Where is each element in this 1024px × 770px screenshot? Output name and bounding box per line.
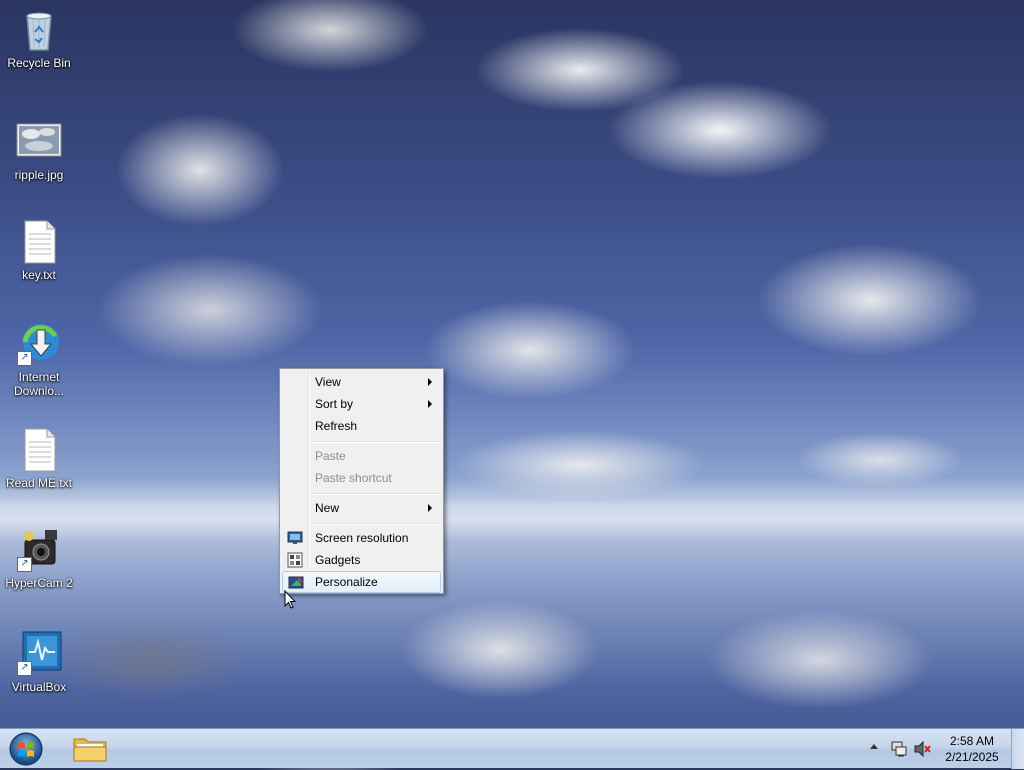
menu-item-label: Refresh — [315, 419, 358, 433]
clock-date: 2/21/2025 — [945, 750, 999, 764]
submenu-arrow-icon — [428, 378, 432, 386]
menu-item-sort-by[interactable]: Sort by — [282, 393, 441, 415]
desktop-icon-label: HyperCam 2 — [5, 576, 73, 590]
submenu-arrow-icon — [428, 400, 432, 408]
taskbar-windows-explorer-button[interactable] — [70, 731, 110, 765]
menu-item-label: Paste shortcut — [315, 471, 392, 485]
text-file-icon — [15, 218, 63, 266]
desktop-icon-label: Read ME.txt — [5, 476, 73, 490]
network-icon[interactable] — [890, 741, 908, 760]
desktop-icon-label: key.txt — [22, 268, 56, 282]
desktop-icon-internet-download-manager[interactable]: ↗ Internet Downlo... — [4, 320, 74, 398]
desktop-icon-label: VirtualBox — [11, 680, 67, 694]
menu-item-label: Personalize — [315, 575, 378, 589]
start-button[interactable] — [6, 731, 46, 767]
menu-separator — [311, 493, 439, 495]
desktop-icon-virtualbox[interactable]: ↗ VirtualBox — [4, 630, 74, 694]
shortcut-arrow-icon: ↗ — [17, 557, 32, 572]
menu-item-paste-shortcut[interactable]: Paste shortcut — [282, 467, 441, 489]
menu-item-label: View — [315, 375, 341, 389]
desktop-icon-label: Internet Downlo... — [13, 370, 65, 398]
menu-item-label: New — [315, 501, 340, 515]
virtualbox-icon: ↗ — [15, 630, 63, 678]
clock-time: 2:58 AM — [949, 734, 995, 748]
menu-item-new[interactable]: New — [282, 497, 441, 519]
taskbar: 2:58 AM 2/21/2025 — [0, 728, 1024, 769]
taskbar-clock[interactable]: 2:58 AM 2/21/2025 — [934, 733, 1010, 765]
desktop-icon-key-txt[interactable]: key.txt — [4, 218, 74, 282]
menu-item-label: Sort by — [315, 397, 354, 411]
menu-item-refresh[interactable]: Refresh — [282, 415, 441, 437]
desktop-icon-hypercam[interactable]: ↗ HyperCam 2 — [4, 526, 74, 590]
recycle-bin-icon — [15, 6, 63, 54]
show-desktop-button[interactable] — [1011, 729, 1024, 769]
volume-muted-icon[interactable] — [914, 740, 932, 760]
internet-download-manager-icon: ↗ — [15, 320, 63, 368]
shortcut-arrow-icon: ↗ — [17, 661, 32, 676]
desktop-icon-ripple-jpg[interactable]: ripple.jpg — [4, 118, 74, 182]
menu-item-label: Gadgets — [315, 553, 361, 567]
desktop-icon-recycle-bin[interactable]: Recycle Bin — [4, 6, 74, 70]
menu-separator — [311, 523, 439, 525]
hypercam-icon: ↗ — [15, 526, 63, 574]
desktop-icon-read-me-txt[interactable]: Read ME.txt — [4, 426, 74, 490]
show-hidden-icons-button[interactable] — [870, 744, 878, 749]
menu-item-label: Paste — [315, 449, 346, 463]
image-file-icon — [15, 118, 63, 166]
desktop-icon-label: ripple.jpg — [14, 168, 64, 182]
personalize-icon — [288, 575, 304, 591]
menu-separator — [311, 441, 439, 443]
text-file-icon — [15, 426, 63, 474]
menu-item-paste[interactable]: Paste — [282, 445, 441, 467]
desktop-icon-label: Recycle Bin — [7, 56, 71, 70]
menu-item-view[interactable]: View — [282, 371, 441, 393]
menu-item-screen-resolution[interactable]: Screen resolution — [282, 527, 441, 549]
mouse-cursor-icon — [284, 589, 297, 610]
shortcut-arrow-icon: ↗ — [17, 351, 32, 366]
submenu-arrow-icon — [428, 504, 432, 512]
monitor-icon — [287, 530, 303, 546]
desktop-wallpaper — [0, 500, 1024, 540]
desktop-context-menu: View Sort by Refresh Paste Paste shortcu… — [279, 368, 444, 594]
menu-item-personalize[interactable]: Personalize — [282, 571, 441, 593]
gadgets-icon — [287, 552, 303, 568]
menu-item-gadgets[interactable]: Gadgets — [282, 549, 441, 571]
menu-item-label: Screen resolution — [315, 531, 409, 545]
folder-icon — [73, 738, 107, 762]
